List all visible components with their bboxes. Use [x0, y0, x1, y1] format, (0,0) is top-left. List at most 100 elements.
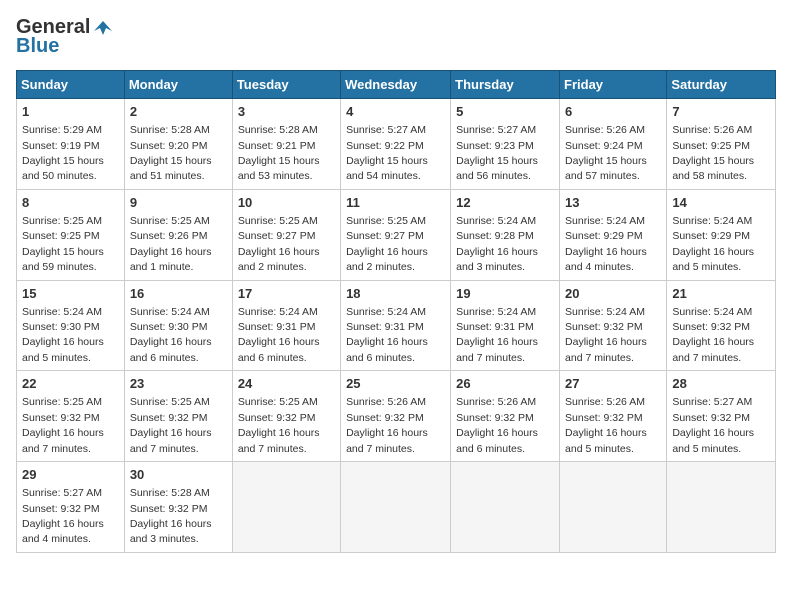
day-number: 30 — [130, 466, 227, 484]
day-number: 29 — [22, 466, 119, 484]
day-number: 16 — [130, 285, 227, 303]
day-info: Sunrise: 5:27 AMSunset: 9:23 PMDaylight … — [456, 124, 538, 182]
day-info: Sunrise: 5:28 AMSunset: 9:32 PMDaylight … — [130, 487, 212, 545]
calendar-day-cell: 24Sunrise: 5:25 AMSunset: 9:32 PMDayligh… — [232, 371, 340, 462]
weekday-header: Monday — [124, 71, 232, 99]
day-info: Sunrise: 5:29 AMSunset: 9:19 PMDaylight … — [22, 124, 104, 182]
day-info: Sunrise: 5:26 AMSunset: 9:32 PMDaylight … — [346, 396, 428, 454]
calendar-table: SundayMondayTuesdayWednesdayThursdayFrid… — [16, 70, 776, 553]
calendar-day-cell: 25 Sunrise: 5:26 AMSunset: 9:32 PMDayligh… — [341, 371, 451, 462]
day-number: 12 — [456, 194, 554, 212]
day-info: Sunrise: 5:24 AMSunset: 9:30 PMDaylight … — [130, 306, 212, 364]
day-info: Sunrise: 5:27 AMSunset: 9:22 PMDaylight … — [346, 124, 428, 182]
calendar-day-cell: 14 Sunrise: 5:24 AMSunset: 9:29 PMDayligh… — [667, 189, 776, 280]
calendar-day-cell: 10 Sunrise: 5:25 AMSunset: 9:27 PMDayligh… — [232, 189, 340, 280]
calendar-day-cell: 21 Sunrise: 5:24 AMSunset: 9:32 PMDayligh… — [667, 280, 776, 371]
day-info: Sunrise: 5:25 AMSunset: 9:25 PMDaylight … — [22, 215, 104, 273]
day-info: Sunrise: 5:26 AMSunset: 9:25 PMDaylight … — [672, 124, 754, 182]
day-number: 18 — [346, 285, 445, 303]
calendar-day-cell: 2 Sunrise: 5:28 AMSunset: 9:20 PMDaylight… — [124, 99, 232, 190]
day-info: Sunrise: 5:26 AMSunset: 9:32 PMDaylight … — [565, 396, 647, 454]
weekday-header: Saturday — [667, 71, 776, 99]
calendar-day-cell: 16 Sunrise: 5:24 AMSunset: 9:30 PMDayligh… — [124, 280, 232, 371]
calendar-day-cell: 6 Sunrise: 5:26 AMSunset: 9:24 PMDaylight… — [560, 99, 667, 190]
day-number: 6 — [565, 103, 661, 121]
logo: General Blue — [16, 16, 114, 58]
calendar-day-cell — [451, 462, 560, 553]
day-info: Sunrise: 5:24 AMSunset: 9:32 PMDaylight … — [565, 306, 647, 364]
day-info: Sunrise: 5:28 AMSunset: 9:21 PMDaylight … — [238, 124, 320, 182]
calendar-day-cell — [560, 462, 667, 553]
calendar-day-cell: 4 Sunrise: 5:27 AMSunset: 9:22 PMDaylight… — [341, 99, 451, 190]
day-info: Sunrise: 5:24 AMSunset: 9:31 PMDaylight … — [238, 306, 320, 364]
calendar-day-cell — [341, 462, 451, 553]
weekday-header: Sunday — [17, 71, 125, 99]
calendar-day-cell: 5 Sunrise: 5:27 AMSunset: 9:23 PMDaylight… — [451, 99, 560, 190]
calendar-day-cell: 8 Sunrise: 5:25 AMSunset: 9:25 PMDaylight… — [17, 189, 125, 280]
calendar-day-cell: 27 Sunrise: 5:26 AMSunset: 9:32 PMDayligh… — [560, 371, 667, 462]
day-number: 25 — [346, 375, 445, 393]
logo-bird-icon — [92, 17, 114, 39]
day-number: 11 — [346, 194, 445, 212]
day-number: 4 — [346, 103, 445, 121]
day-number: 20 — [565, 285, 661, 303]
day-info: Sunrise: 5:24 AMSunset: 9:28 PMDaylight … — [456, 215, 538, 273]
day-number: 28 — [672, 375, 770, 393]
day-number: 26 — [456, 375, 554, 393]
calendar-day-cell: 9 Sunrise: 5:25 AMSunset: 9:26 PMDaylight… — [124, 189, 232, 280]
day-info: Sunrise: 5:24 AMSunset: 9:29 PMDaylight … — [565, 215, 647, 273]
day-number: 1 — [22, 103, 119, 121]
day-info: Sunrise: 5:25 AMSunset: 9:32 PMDaylight … — [22, 396, 104, 454]
calendar-week-row: 29Sunrise: 5:27 AMSunset: 9:32 PMDayligh… — [17, 462, 776, 553]
day-info: Sunrise: 5:24 AMSunset: 9:31 PMDaylight … — [456, 306, 538, 364]
calendar-day-cell: 28 Sunrise: 5:27 AMSunset: 9:32 PMDayligh… — [667, 371, 776, 462]
day-number: 27 — [565, 375, 661, 393]
day-number: 9 — [130, 194, 227, 212]
calendar-day-cell: 15 Sunrise: 5:24 AMSunset: 9:30 PMDayligh… — [17, 280, 125, 371]
calendar-day-cell: 11 Sunrise: 5:25 AMSunset: 9:27 PMDayligh… — [341, 189, 451, 280]
day-number: 21 — [672, 285, 770, 303]
day-number: 17 — [238, 285, 335, 303]
day-info: Sunrise: 5:25 AMSunset: 9:32 PMDaylight … — [130, 396, 212, 454]
calendar-day-cell: 19 Sunrise: 5:24 AMSunset: 9:31 PMDayligh… — [451, 280, 560, 371]
day-info: Sunrise: 5:25 AMSunset: 9:27 PMDaylight … — [238, 215, 320, 273]
calendar-day-cell: 13 Sunrise: 5:24 AMSunset: 9:29 PMDayligh… — [560, 189, 667, 280]
weekday-header: Tuesday — [232, 71, 340, 99]
day-number: 10 — [238, 194, 335, 212]
calendar-day-cell: 20 Sunrise: 5:24 AMSunset: 9:32 PMDayligh… — [560, 280, 667, 371]
calendar-day-cell — [232, 462, 340, 553]
day-info: Sunrise: 5:26 AMSunset: 9:24 PMDaylight … — [565, 124, 647, 182]
day-number: 19 — [456, 285, 554, 303]
calendar-day-cell: 12 Sunrise: 5:24 AMSunset: 9:28 PMDayligh… — [451, 189, 560, 280]
calendar-day-cell: 3Sunrise: 5:28 AMSunset: 9:21 PMDaylight… — [232, 99, 340, 190]
calendar-day-cell: 1 Sunrise: 5:29 AMSunset: 9:19 PMDaylight… — [17, 99, 125, 190]
day-info: Sunrise: 5:24 AMSunset: 9:30 PMDaylight … — [22, 306, 104, 364]
day-number: 15 — [22, 285, 119, 303]
calendar-day-cell: 29Sunrise: 5:27 AMSunset: 9:32 PMDayligh… — [17, 462, 125, 553]
day-number: 2 — [130, 103, 227, 121]
day-number: 5 — [456, 103, 554, 121]
day-info: Sunrise: 5:24 AMSunset: 9:29 PMDaylight … — [672, 215, 754, 273]
day-number: 7 — [672, 103, 770, 121]
day-number: 13 — [565, 194, 661, 212]
calendar-day-cell: 26 Sunrise: 5:26 AMSunset: 9:32 PMDayligh… — [451, 371, 560, 462]
day-number: 8 — [22, 194, 119, 212]
logo-blue-text: Blue — [16, 35, 59, 58]
day-info: Sunrise: 5:25 AMSunset: 9:32 PMDaylight … — [238, 396, 320, 454]
calendar-day-cell: 7 Sunrise: 5:26 AMSunset: 9:25 PMDaylight… — [667, 99, 776, 190]
calendar-day-cell — [667, 462, 776, 553]
day-info: Sunrise: 5:28 AMSunset: 9:20 PMDaylight … — [130, 124, 212, 182]
calendar-header-row: SundayMondayTuesdayWednesdayThursdayFrid… — [17, 71, 776, 99]
calendar-week-row: 15 Sunrise: 5:24 AMSunset: 9:30 PMDayligh… — [17, 280, 776, 371]
day-info: Sunrise: 5:26 AMSunset: 9:32 PMDaylight … — [456, 396, 538, 454]
day-number: 14 — [672, 194, 770, 212]
calendar-day-cell: 17 Sunrise: 5:24 AMSunset: 9:31 PMDayligh… — [232, 280, 340, 371]
calendar-week-row: 8 Sunrise: 5:25 AMSunset: 9:25 PMDaylight… — [17, 189, 776, 280]
day-info: Sunrise: 5:25 AMSunset: 9:26 PMDaylight … — [130, 215, 212, 273]
weekday-header: Thursday — [451, 71, 560, 99]
day-info: Sunrise: 5:25 AMSunset: 9:27 PMDaylight … — [346, 215, 428, 273]
weekday-header: Wednesday — [341, 71, 451, 99]
day-info: Sunrise: 5:24 AMSunset: 9:32 PMDaylight … — [672, 306, 754, 364]
weekday-header: Friday — [560, 71, 667, 99]
day-info: Sunrise: 5:27 AMSunset: 9:32 PMDaylight … — [672, 396, 754, 454]
